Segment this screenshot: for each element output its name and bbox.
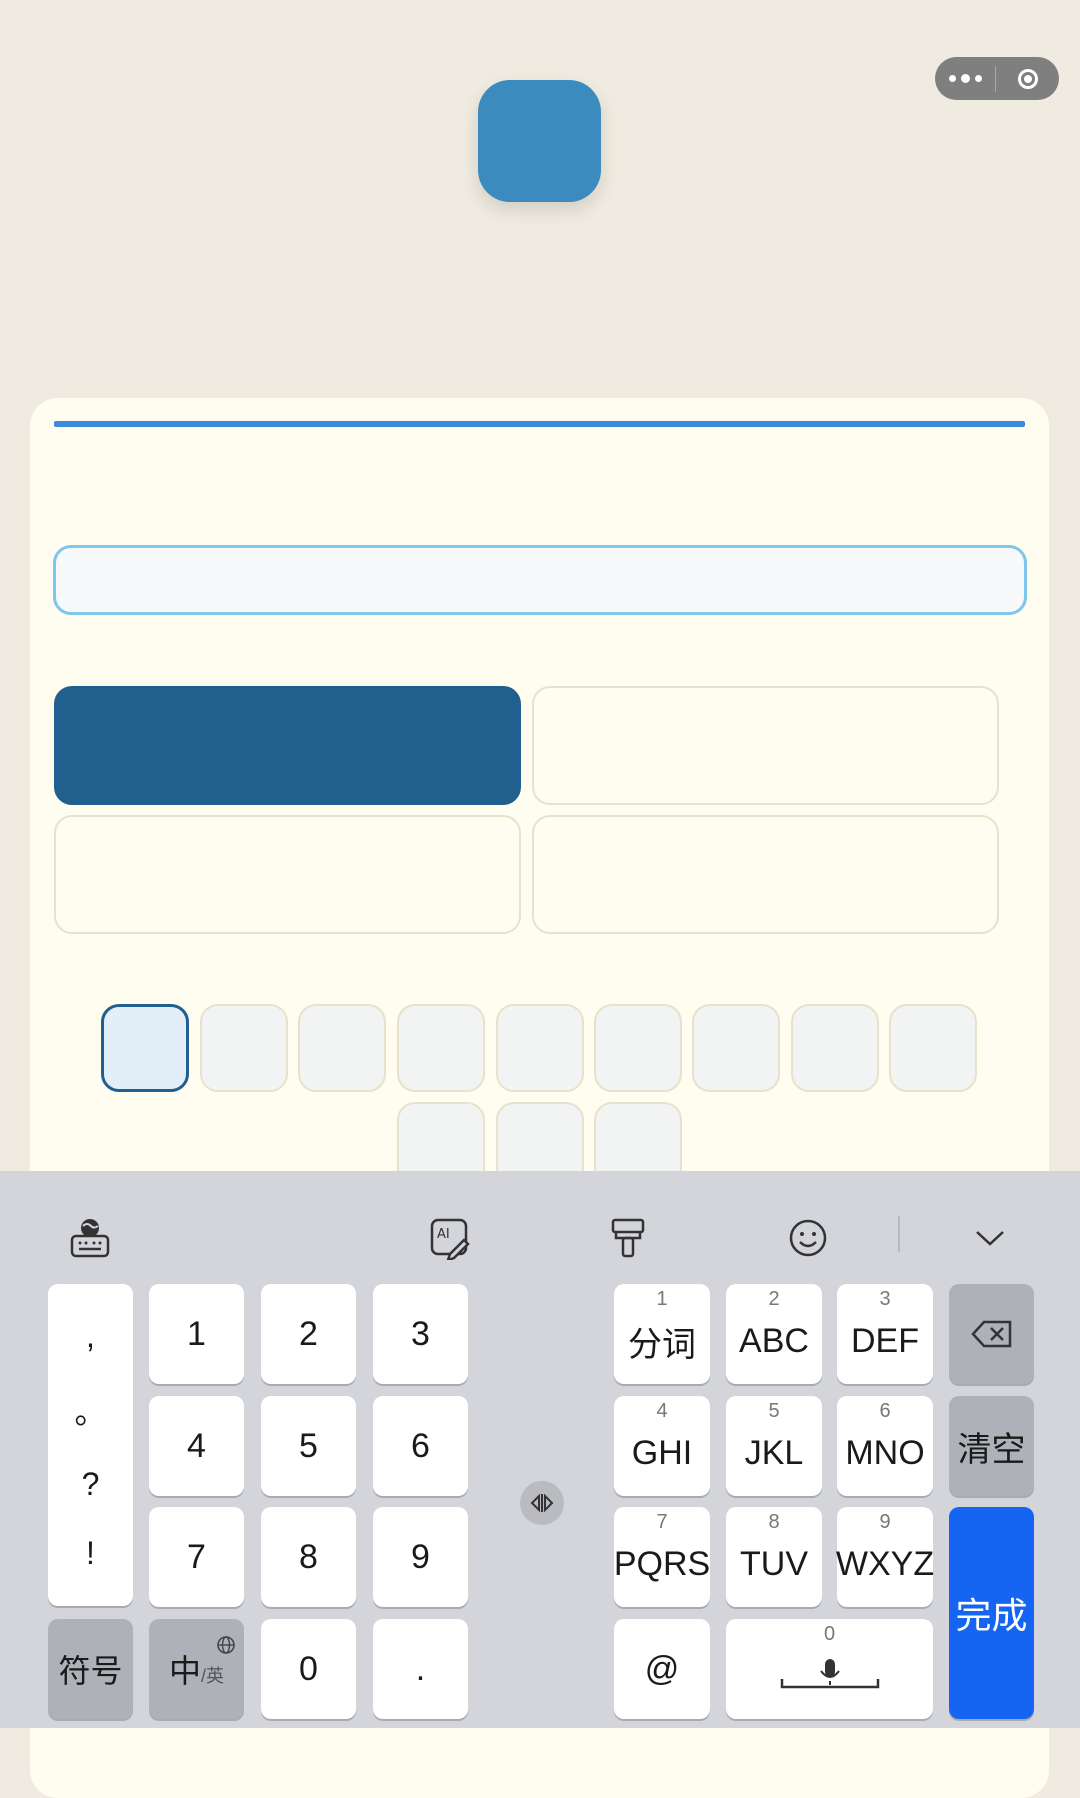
t9-label: 分词 <box>628 1325 696 1364</box>
option-1-selected[interactable] <box>54 686 521 805</box>
punctuation-key-column[interactable]: , 。 ? ! <box>48 1284 133 1606</box>
t9-num: 9 <box>879 1511 891 1533</box>
letter-slot[interactable] <box>200 1004 288 1092</box>
letter-slot[interactable] <box>594 1004 682 1092</box>
t9-key-9[interactable]: 9 WXYZ <box>835 1507 935 1607</box>
letter-slot[interactable] <box>889 1004 977 1092</box>
key-8[interactable]: 8 <box>261 1507 356 1607</box>
key-1[interactable]: 1 <box>149 1284 244 1384</box>
key-9[interactable]: 9 <box>373 1507 468 1607</box>
toolbar-divider <box>898 1216 900 1252</box>
space-num: 0 <box>823 1623 836 1645</box>
letter-slot-active[interactable] <box>101 1004 189 1092</box>
t9-label: DEF <box>851 1321 919 1360</box>
t9-num: 6 <box>879 1400 891 1422</box>
space-key[interactable]: 0 <box>726 1619 933 1719</box>
t9-num: 3 <box>879 1288 891 1310</box>
t9-label: MNO <box>845 1433 925 1472</box>
progress-line <box>54 421 1025 427</box>
more-options-button[interactable] <box>935 57 995 100</box>
letter-slot[interactable] <box>397 1004 485 1092</box>
close-miniprogram-button[interactable] <box>996 57 1059 100</box>
ai-write-icon[interactable]: AI <box>422 1210 478 1266</box>
at-key[interactable]: @ <box>614 1619 710 1719</box>
t9-key-8[interactable]: 8 TUV <box>726 1507 822 1607</box>
done-key[interactable]: 完成 <box>949 1507 1034 1719</box>
t9-num: 2 <box>768 1288 780 1310</box>
answer-input[interactable] <box>53 545 1027 615</box>
t9-num: 1 <box>656 1288 668 1310</box>
app-logo <box>478 80 601 202</box>
t9-label: WXYZ <box>835 1544 935 1583</box>
t9-num: 7 <box>656 1511 668 1533</box>
t9-label: TUV <box>740 1544 808 1583</box>
key-6[interactable]: 6 <box>373 1396 468 1496</box>
t9-label: PQRS <box>613 1544 711 1583</box>
t9-key-3[interactable]: 3 DEF <box>837 1284 933 1384</box>
letter-slot[interactable] <box>692 1004 780 1092</box>
backspace-icon <box>970 1320 1011 1348</box>
t9-label: GHI <box>631 1433 693 1472</box>
t9-key-4[interactable]: 4 GHI <box>614 1396 710 1496</box>
key-5[interactable]: 5 <box>261 1396 356 1496</box>
punct-question[interactable]: ? <box>82 1466 100 1503</box>
dot-icon <box>948 75 956 82</box>
letter-slot[interactable] <box>496 1004 584 1092</box>
chevron-down-icon[interactable] <box>962 1210 1018 1266</box>
punct-comma[interactable]: , <box>86 1318 95 1355</box>
key-2[interactable]: 2 <box>261 1284 356 1384</box>
t9-key-6[interactable]: 6 MNO <box>837 1396 933 1496</box>
t9-num: 4 <box>656 1400 668 1422</box>
microphone-icon <box>778 1655 882 1702</box>
punct-exclaim[interactable]: ! <box>86 1535 95 1572</box>
t9-key-2[interactable]: 2 ABC <box>726 1284 822 1384</box>
t9-num: 8 <box>768 1511 780 1533</box>
svg-text:AI: AI <box>437 1227 450 1242</box>
capsule-menu <box>935 57 1059 100</box>
t9-key-7[interactable]: 7 PQRS <box>614 1507 710 1607</box>
dot-icon <box>960 74 970 83</box>
punct-period[interactable]: 。 <box>74 1387 106 1433</box>
lang-sub-label: /英 <box>201 1666 225 1686</box>
target-icon <box>1017 68 1038 89</box>
option-4[interactable] <box>532 815 999 934</box>
clear-key[interactable]: 清空 <box>949 1396 1034 1496</box>
lang-main-label: 中 <box>168 1653 201 1689</box>
key-7[interactable]: 7 <box>149 1507 244 1607</box>
lang-switch-key[interactable]: 中/英 <box>149 1619 244 1719</box>
t9-label: ABC <box>739 1321 809 1360</box>
option-3[interactable] <box>54 815 521 934</box>
keyboard-language-icon[interactable] <box>62 1210 118 1266</box>
split-keyboard-icon[interactable] <box>520 1481 564 1525</box>
globe-icon <box>216 1625 236 1664</box>
symbols-key[interactable]: 符号 <box>48 1619 133 1719</box>
letter-slot[interactable] <box>791 1004 879 1092</box>
t9-num: 5 <box>768 1400 780 1422</box>
t9-key-5[interactable]: 5 JKL <box>726 1396 822 1496</box>
key-3[interactable]: 3 <box>373 1284 468 1384</box>
option-2[interactable] <box>532 686 999 805</box>
t9-label: JKL <box>744 1433 804 1472</box>
key-4[interactable]: 4 <box>149 1396 244 1496</box>
dot-icon <box>974 75 982 82</box>
t9-key-1[interactable]: 1 分词 <box>614 1284 710 1384</box>
emoji-icon[interactable] <box>780 1210 836 1266</box>
backspace-key[interactable] <box>949 1284 1034 1384</box>
key-dot[interactable]: . <box>373 1619 468 1719</box>
theme-brush-icon[interactable] <box>600 1210 656 1266</box>
letter-slot[interactable] <box>298 1004 386 1092</box>
key-0[interactable]: 0 <box>261 1619 356 1719</box>
